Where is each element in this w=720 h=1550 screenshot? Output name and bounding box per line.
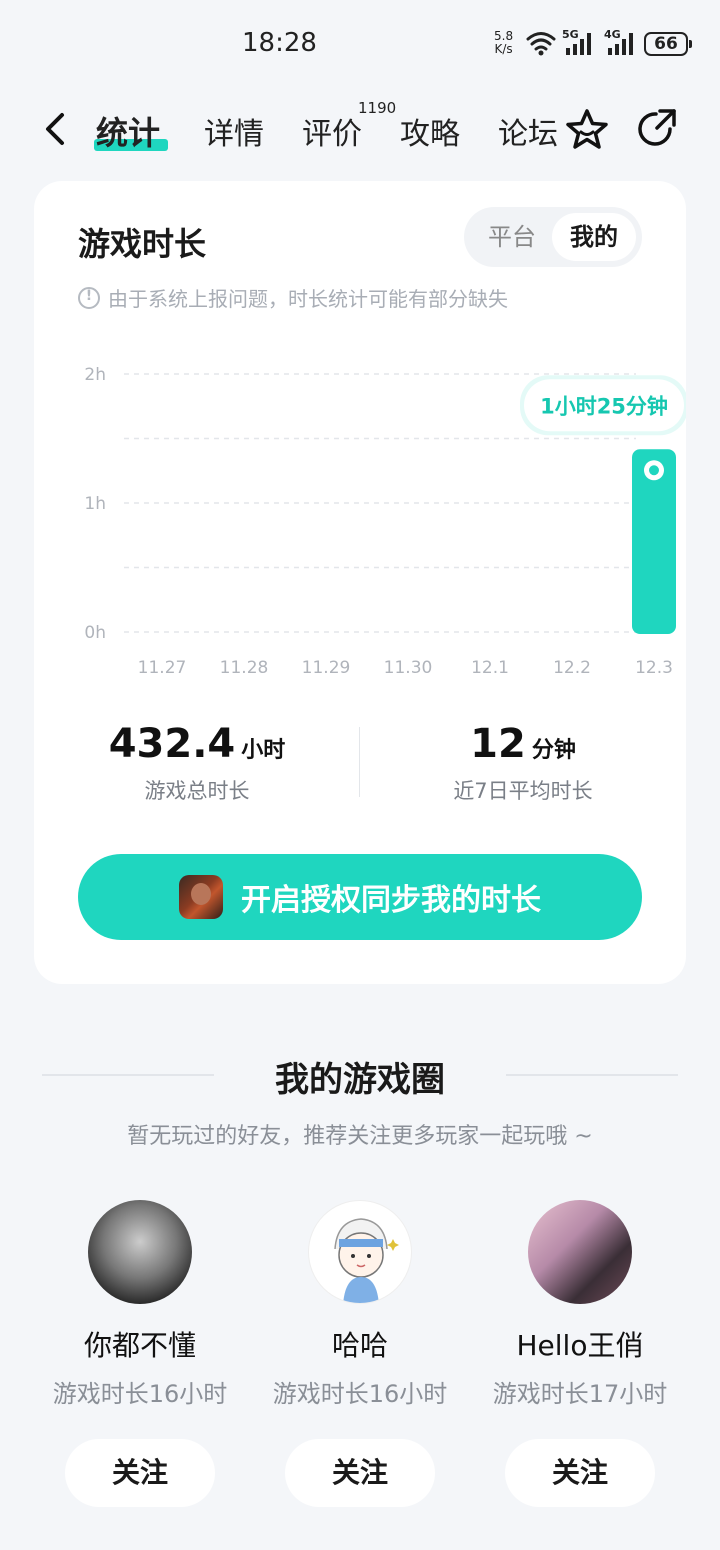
tab-guides[interactable]: 攻略 xyxy=(400,109,460,153)
total-playtime: 432.4 小时 游戏总时长 xyxy=(34,721,360,805)
follow-button[interactable]: 关注 xyxy=(285,1439,435,1507)
x-tick-label: 11.29 xyxy=(302,658,351,678)
friend-name: 你都不懂 xyxy=(83,1329,196,1362)
friend-playtime: 游戏时长16小时 xyxy=(52,1380,228,1408)
avatar[interactable] xyxy=(528,1200,632,1304)
total-playtime-value: 432.4 xyxy=(108,721,236,767)
avatar[interactable] xyxy=(308,1200,412,1304)
friend-playtime: 游戏时长16小时 xyxy=(272,1380,448,1408)
top-nav: 统计 详情 评价 1190 攻略 论坛 xyxy=(0,95,720,165)
notice: 由于系统上报问题，时长统计可能有部分缺失 xyxy=(78,283,508,312)
friend-card: 你都不懂 游戏时长16小时 关注 xyxy=(30,1200,250,1507)
tooltip-label: 1小时25分钟 xyxy=(540,394,668,418)
tab-stats[interactable]: 统计 xyxy=(96,108,160,154)
network-speed: 5.8 K/s xyxy=(494,30,513,56)
section-subtitle: 暂无玩过的好友，推荐关注更多玩家一起玩哦 ~ xyxy=(127,1124,593,1149)
status-bar: 18:28 5.8 K/s 5G 4G 66 xyxy=(0,0,720,90)
cartoon-avatar-icon xyxy=(334,1218,399,1303)
net-speed-unit: K/s xyxy=(494,42,513,56)
notice-text: 由于系统上报问题，时长统计可能有部分缺失 xyxy=(108,287,508,311)
x-tick-label: 11.27 xyxy=(138,658,187,678)
chevron-left-icon[interactable] xyxy=(40,109,72,149)
friend-card: Hello王俏 游戏时长17小时 关注 xyxy=(470,1200,690,1507)
avg-playtime: 12 分钟 近7日平均时长 xyxy=(360,721,686,805)
x-tick-label: 12.3 xyxy=(635,658,673,678)
reviews-count-badge: 1190 xyxy=(358,99,397,117)
signal1-label: 5G xyxy=(562,28,579,41)
source-toggle: 平台 我的 xyxy=(464,207,642,267)
game-avatar xyxy=(179,875,223,919)
bar-marker-inner xyxy=(649,465,659,476)
toggle-mine[interactable]: 我的 xyxy=(552,213,636,261)
total-playtime-unit: 小时 xyxy=(241,738,286,763)
toggle-platform[interactable]: 平台 xyxy=(470,213,554,261)
avg-playtime-unit: 分钟 xyxy=(531,738,576,763)
y-tick-label: 0h xyxy=(84,623,106,643)
playtime-chart: 0h 1h 2h 11.27 11.28 11.29 11.30 12.1 12.2 12.3 1小… xyxy=(84,365,686,678)
avg-playtime-value: 12 xyxy=(470,721,526,767)
info-icon xyxy=(78,286,100,309)
playtime-card: 游戏时长 平台 我的 由于系统上报问题，时长统计可能有部分缺失 0h 1h 2h 11… xyxy=(34,181,686,984)
total-playtime-label: 游戏总时长 xyxy=(144,779,250,803)
y-tick-label: 2h xyxy=(84,365,106,385)
sync-button-label: 开启授权同步我的时长 xyxy=(241,883,541,918)
x-tick-label: 11.28 xyxy=(220,658,269,678)
x-tick-label: 12.1 xyxy=(471,658,509,678)
tab-forum[interactable]: 论坛 xyxy=(498,109,558,153)
friend-name: Hello王俏 xyxy=(516,1329,644,1362)
share-icon[interactable] xyxy=(634,107,678,151)
y-tick-label: 1h xyxy=(84,494,106,514)
card-title: 游戏时长 xyxy=(78,225,207,263)
tab-details[interactable]: 详情 xyxy=(204,109,264,153)
tab-reviews[interactable]: 评价 xyxy=(302,109,362,153)
signal-4g-icon: 4G xyxy=(604,28,640,60)
friend-name: 哈哈 xyxy=(331,1329,388,1362)
signal2-label: 4G xyxy=(604,28,621,41)
battery-icon: 66 xyxy=(644,32,692,56)
avatar[interactable] xyxy=(88,1200,192,1304)
avg-playtime-label: 近7日平均时长 xyxy=(453,779,593,803)
x-tick-label: 11.30 xyxy=(384,658,433,678)
friend-playtime: 游戏时长17小时 xyxy=(492,1380,668,1408)
wifi-icon xyxy=(526,32,556,56)
status-time: 18:28 xyxy=(242,28,317,58)
signal-5g-icon: 5G xyxy=(562,28,598,60)
follow-button[interactable]: 关注 xyxy=(65,1439,215,1507)
friend-card: 哈哈 游戏时长16小时 关注 xyxy=(250,1200,470,1507)
section-title: 我的游戏圈 xyxy=(275,1060,445,1100)
sync-playtime-button[interactable]: 开启授权同步我的时长 xyxy=(78,854,642,940)
x-tick-label: 12.2 xyxy=(553,658,591,678)
follow-button[interactable]: 关注 xyxy=(505,1439,655,1507)
star-icon[interactable] xyxy=(564,107,610,153)
